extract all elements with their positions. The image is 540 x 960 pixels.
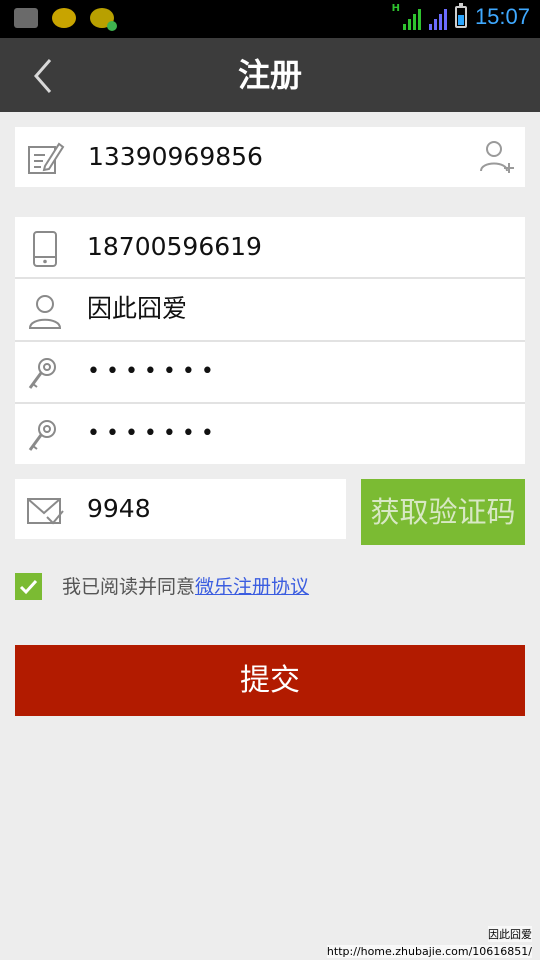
agreement-checkbox[interactable] bbox=[15, 573, 42, 600]
username-field[interactable]: 因此囧爱 bbox=[15, 279, 525, 340]
verify-code-value[interactable]: 9948 bbox=[87, 479, 151, 539]
network-type-label: H bbox=[391, 3, 400, 14]
watermark-name: 因此囧爱 bbox=[488, 926, 532, 942]
app-sync-icon bbox=[90, 8, 117, 31]
submit-button[interactable]: 提交 bbox=[15, 645, 525, 716]
password-value[interactable]: ••••••• bbox=[87, 342, 220, 402]
verify-code-field[interactable]: 9948 bbox=[15, 479, 346, 539]
agreement-row: 我已阅读并同意微乐注册协议 bbox=[15, 572, 535, 602]
page-title: 注册 bbox=[237, 56, 302, 94]
agreement-link[interactable]: 微乐注册协议 bbox=[195, 576, 309, 598]
signal-h-icon: H bbox=[392, 4, 421, 30]
signal-icon bbox=[428, 4, 447, 30]
password-field[interactable]: ••••••• bbox=[15, 342, 525, 402]
user-icon bbox=[28, 295, 62, 329]
title-bar: 注册 bbox=[0, 38, 540, 112]
username-value[interactable]: 因此囧爱 bbox=[87, 279, 187, 339]
confirm-password-value[interactable]: ••••••• bbox=[87, 404, 220, 464]
status-bar: H 15:07 bbox=[0, 0, 540, 38]
clock: 15:07 bbox=[474, 4, 530, 29]
phone-icon bbox=[33, 231, 57, 267]
agreement-text: 我已阅读并同意微乐注册协议 bbox=[62, 572, 309, 602]
edit-icon bbox=[28, 142, 65, 174]
referrer-phone-field[interactable]: 13390969856 bbox=[15, 127, 525, 187]
status-indicators: H 15:07 bbox=[392, 3, 530, 30]
confirm-password-field[interactable]: ••••••• bbox=[15, 404, 525, 464]
mail-icon bbox=[27, 498, 64, 525]
referrer-phone-value[interactable]: 13390969856 bbox=[88, 127, 263, 187]
mobile-value[interactable]: 18700596619 bbox=[87, 217, 262, 277]
key-icon bbox=[28, 358, 56, 389]
add-contact-icon[interactable] bbox=[477, 137, 517, 177]
check-icon bbox=[19, 579, 38, 595]
key-icon bbox=[28, 420, 56, 451]
agreement-label: 我已阅读并同意 bbox=[62, 576, 196, 598]
sim-icon bbox=[14, 8, 38, 28]
watermark-url: http://home.zhubajie.com/10616851/ bbox=[326, 945, 532, 958]
get-code-button[interactable]: 获取验证码 bbox=[361, 479, 525, 545]
battery-icon bbox=[454, 3, 467, 28]
app-icon bbox=[52, 8, 76, 28]
mobile-field[interactable]: 18700596619 bbox=[15, 217, 525, 277]
notification-icons bbox=[14, 8, 117, 31]
